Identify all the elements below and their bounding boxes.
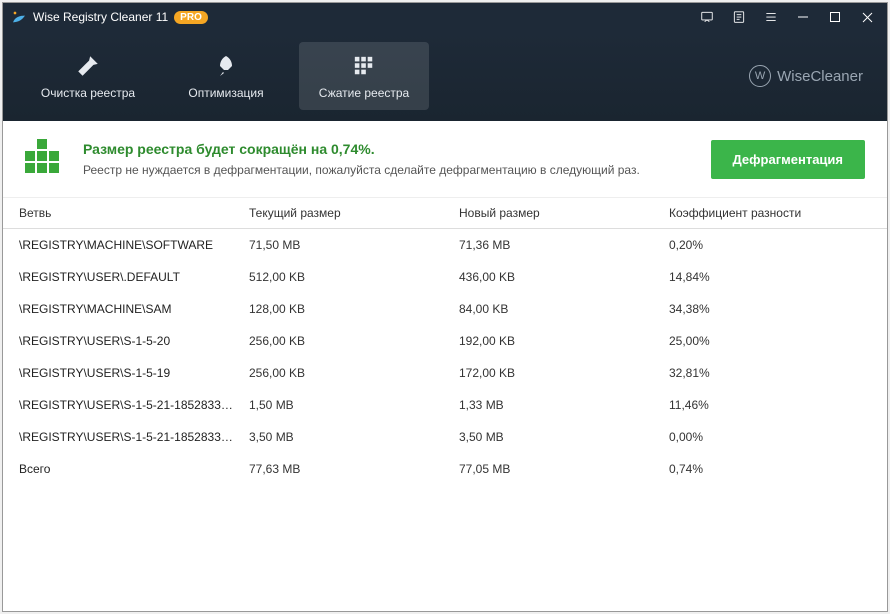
table-row: \REGISTRY\USER\S-1-5-19256,00 KB172,00 K… <box>3 357 887 389</box>
close-button[interactable] <box>851 3 883 31</box>
cell-new: 1,33 MB <box>459 398 669 412</box>
cell-diff: 25,00% <box>669 334 871 348</box>
cell-diff: 32,81% <box>669 366 871 380</box>
pro-badge: PRO <box>174 11 208 24</box>
app-logo-icon <box>11 9 27 25</box>
cell-current: 256,00 KB <box>249 334 459 348</box>
cell-new: 77,05 MB <box>459 462 669 476</box>
brand-logo-icon: W <box>749 65 771 87</box>
cell-branch: \REGISTRY\USER\S-1-5-20 <box>19 334 249 348</box>
feedback-icon[interactable] <box>691 3 723 31</box>
rocket-icon <box>212 52 240 80</box>
defragment-button[interactable]: Дефрагментация <box>711 140 865 179</box>
tab-label: Сжатие реестра <box>319 86 409 100</box>
cell-new: 3,50 MB <box>459 430 669 444</box>
cell-branch: \REGISTRY\USER\S-1-5-21-1852833010... <box>19 398 249 412</box>
col-new-size: Новый размер <box>459 206 669 220</box>
app-window: Wise Registry Cleaner 11 PRO Очистка рее… <box>2 2 888 612</box>
cell-branch: \REGISTRY\USER\.DEFAULT <box>19 270 249 284</box>
brand-text: WiseCleaner <box>777 68 863 85</box>
summary-text: Размер реестра будет сокращён на 0,74%. … <box>83 141 711 177</box>
cell-new: 172,00 KB <box>459 366 669 380</box>
tab-registry-clean[interactable]: Очистка реестра <box>23 42 153 110</box>
summary-bar: Размер реестра будет сокращён на 0,74%. … <box>3 121 887 198</box>
cell-diff: 0,74% <box>669 462 871 476</box>
cell-diff: 11,46% <box>669 398 871 412</box>
cell-diff: 34,38% <box>669 302 871 316</box>
table-body: \REGISTRY\MACHINE\SOFTWARE71,50 MB71,36 … <box>3 229 887 485</box>
tab-label: Оптимизация <box>188 86 263 100</box>
col-diff-ratio: Коэффициент разности <box>669 206 871 220</box>
cell-current: 512,00 KB <box>249 270 459 284</box>
broom-icon <box>74 52 102 80</box>
summary-title: Размер реестра будет сокращён на 0,74%. <box>83 141 711 157</box>
cell-current: 3,50 MB <box>249 430 459 444</box>
cell-branch: \REGISTRY\USER\S-1-5-19 <box>19 366 249 380</box>
tab-registry-compress[interactable]: Сжатие реестра <box>299 42 429 110</box>
cell-diff: 14,84% <box>669 270 871 284</box>
table-row: \REGISTRY\MACHINE\SAM128,00 KB84,00 KB34… <box>3 293 887 325</box>
summary-subtitle: Реестр не нуждается в дефрагментации, по… <box>83 163 711 177</box>
cell-new: 436,00 KB <box>459 270 669 284</box>
cell-diff: 0,20% <box>669 238 871 252</box>
table-row: \REGISTRY\USER\.DEFAULT512,00 KB436,00 K… <box>3 261 887 293</box>
tab-label: Очистка реестра <box>41 86 135 100</box>
table-header: Ветвь Текущий размер Новый размер Коэффи… <box>3 198 887 229</box>
cell-new: 84,00 KB <box>459 302 669 316</box>
brand: W WiseCleaner <box>749 65 863 87</box>
defrag-icon <box>25 139 65 179</box>
tasks-icon[interactable] <box>723 3 755 31</box>
table-row: Всего77,63 MB77,05 MB0,74% <box>3 453 887 485</box>
tab-optimization[interactable]: Оптимизация <box>161 42 291 110</box>
cell-current: 1,50 MB <box>249 398 459 412</box>
table-row: \REGISTRY\USER\S-1-5-21-1852833010...1,5… <box>3 389 887 421</box>
cell-current: 128,00 KB <box>249 302 459 316</box>
cell-branch: \REGISTRY\USER\S-1-5-21-1852833010... <box>19 430 249 444</box>
cell-branch: Всего <box>19 462 249 476</box>
cell-current: 71,50 MB <box>249 238 459 252</box>
cell-current: 77,63 MB <box>249 462 459 476</box>
cell-branch: \REGISTRY\MACHINE\SAM <box>19 302 249 316</box>
titlebar: Wise Registry Cleaner 11 PRO <box>3 3 887 31</box>
table-row: \REGISTRY\USER\S-1-5-20256,00 KB192,00 K… <box>3 325 887 357</box>
menu-icon[interactable] <box>755 3 787 31</box>
navbar: Очистка реестра Оптимизация Сжатие реест… <box>3 31 887 121</box>
app-title: Wise Registry Cleaner 11 <box>33 10 168 24</box>
cell-diff: 0,00% <box>669 430 871 444</box>
cell-new: 192,00 KB <box>459 334 669 348</box>
table-row: \REGISTRY\USER\S-1-5-21-1852833010...3,5… <box>3 421 887 453</box>
col-branch: Ветвь <box>19 206 249 220</box>
table-row: \REGISTRY\MACHINE\SOFTWARE71,50 MB71,36 … <box>3 229 887 261</box>
grid-icon <box>350 52 378 80</box>
col-current-size: Текущий размер <box>249 206 459 220</box>
cell-current: 256,00 KB <box>249 366 459 380</box>
maximize-button[interactable] <box>819 3 851 31</box>
minimize-button[interactable] <box>787 3 819 31</box>
cell-new: 71,36 MB <box>459 238 669 252</box>
cell-branch: \REGISTRY\MACHINE\SOFTWARE <box>19 238 249 252</box>
